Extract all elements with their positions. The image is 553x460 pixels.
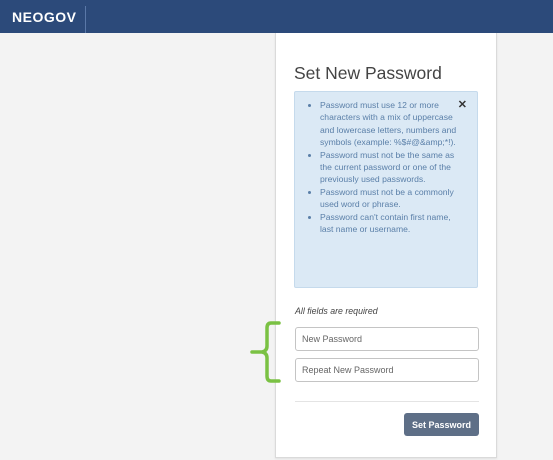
green-bracket-annotation [250, 321, 281, 383]
password-rule: Password can't contain first name, last … [320, 211, 463, 236]
divider [295, 401, 479, 402]
top-navigation-bar: NEOGOV [0, 0, 553, 33]
logo-text: NEOGOV [12, 9, 77, 25]
set-password-button[interactable]: Set Password [404, 413, 479, 436]
page-title: Set New Password [294, 63, 442, 83]
password-rules-list: Password must use 12 or more characters … [300, 99, 463, 235]
required-fields-note: All fields are required [295, 306, 378, 316]
set-password-card: Set New Password Password must use 12 or… [275, 33, 497, 458]
password-rule: Password must use 12 or more characters … [320, 99, 463, 149]
close-icon[interactable]: ✕ [458, 98, 467, 111]
new-password-input[interactable] [295, 327, 479, 351]
repeat-password-input[interactable] [295, 358, 479, 382]
password-rules-alert: Password must use 12 or more characters … [294, 91, 478, 288]
password-rule: Password must not be a commonly used wor… [320, 186, 463, 211]
password-rule: Password must not be the same as the cur… [320, 149, 463, 186]
logo[interactable]: NEOGOV [8, 6, 86, 33]
